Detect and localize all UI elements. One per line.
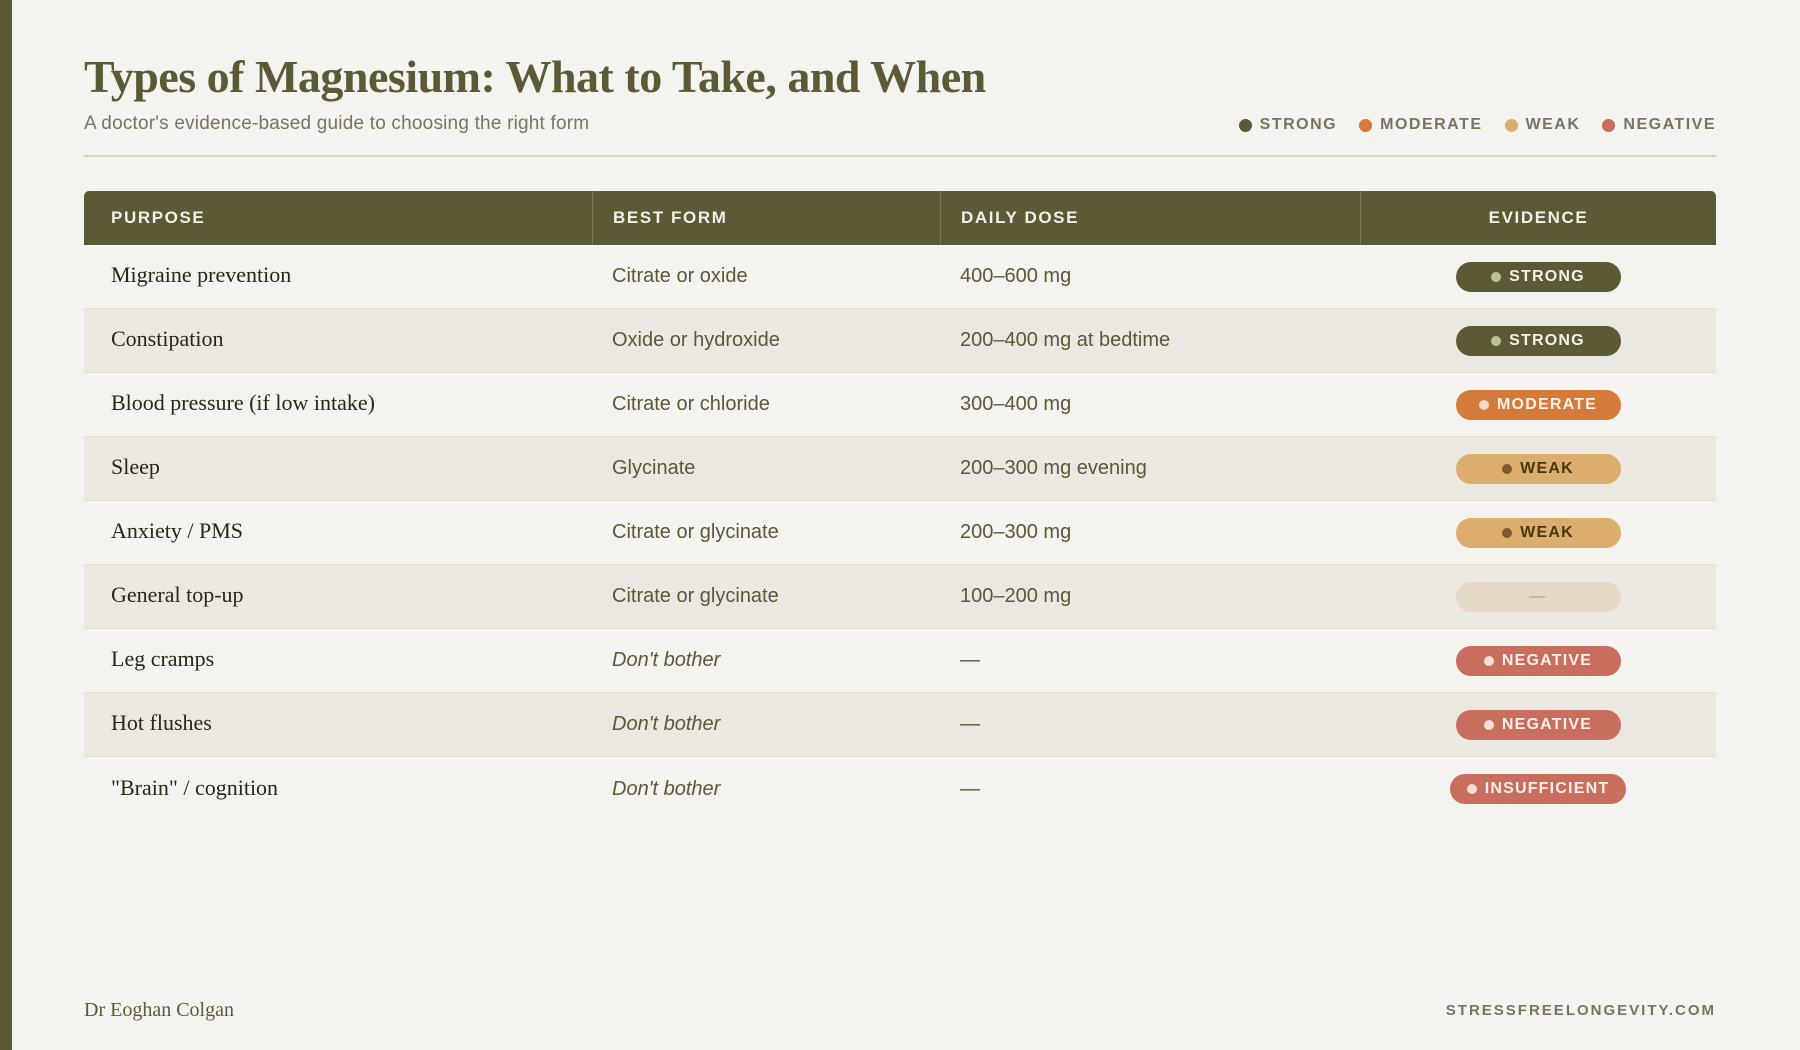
legend-dot-strong: [1238, 118, 1252, 132]
evidence-cell: STRONG: [1360, 245, 1716, 308]
evidence-cell: NEGATIVE: [1360, 629, 1716, 692]
legend-label-moderate: MODERATE: [1380, 116, 1483, 133]
evidence-badge-strong: STRONG: [1455, 261, 1621, 292]
evidence-badge-weak: WEAK: [1455, 453, 1621, 484]
table-row: "Brain" / cognition Don't bother — INSUF…: [84, 757, 1716, 821]
footer-author: Dr Eoghan Colgan: [84, 999, 234, 1021]
column-header-daily-dose: DAILY DOSE: [940, 191, 1360, 245]
legend-label-negative: NEGATIVE: [1623, 116, 1716, 133]
table-row: Hot flushes Don't bother — NEGATIVE: [84, 693, 1716, 757]
daily-dose-cell: 300–400 mg: [960, 393, 1072, 415]
badge-dot-icon: [1491, 335, 1502, 346]
column-header-best-form: BEST FORM: [592, 191, 940, 245]
evidence-badge-negative: NEGATIVE: [1455, 709, 1621, 740]
table-row: General top-up Citrate or glycinate 100–…: [84, 565, 1716, 629]
table-row: Constipation Oxide or hydroxide 200–400 …: [84, 309, 1716, 373]
evidence-badge-moderate: MODERATE: [1455, 389, 1621, 420]
best-form-cell: Citrate or glycinate: [612, 521, 779, 543]
badge-dot-icon: [1483, 719, 1494, 730]
legend-item-moderate: MODERATE: [1359, 116, 1482, 134]
best-form-cell: Don't bother: [612, 649, 721, 671]
daily-dose-cell: 200–400 mg at bedtime: [960, 329, 1171, 351]
badge-label: NEGATIVE: [1501, 715, 1593, 733]
table-row: Sleep Glycinate 200–300 mg evening WEAK: [84, 437, 1716, 501]
evidence-legend: STRONG MODERATE WEAK NEGATIVE: [1238, 116, 1716, 134]
legend-item-negative: NEGATIVE: [1602, 116, 1716, 134]
evidence-cell: WEAK: [1360, 437, 1716, 500]
best-form-cell: Glycinate: [612, 457, 696, 479]
best-form-cell: Don't bother: [612, 713, 721, 735]
table-row: Migraine prevention Citrate or oxide 400…: [84, 245, 1716, 309]
best-form-cell: Citrate or glycinate: [612, 585, 779, 607]
best-form-cell: Citrate or oxide: [612, 265, 748, 287]
table-row: Anxiety / PMS Citrate or glycinate 200–3…: [84, 501, 1716, 565]
page-subtitle: A doctor's evidence-based guide to choos…: [84, 113, 590, 134]
evidence-badge-strong: STRONG: [1455, 325, 1621, 356]
footer-website: STRESSFREELONGEVITY.COM: [1445, 1002, 1716, 1019]
legend-dot-negative: [1602, 118, 1616, 132]
badge-dot-icon: [1502, 527, 1513, 538]
purpose-cell: Sleep: [111, 454, 160, 479]
purpose-cell: Leg cramps: [111, 646, 215, 671]
purpose-cell: Anxiety / PMS: [111, 518, 244, 543]
legend-item-weak: WEAK: [1504, 116, 1581, 134]
badge-dot-icon: [1502, 463, 1513, 474]
evidence-cell: —: [1360, 565, 1716, 628]
badge-label: STRONG: [1509, 267, 1585, 285]
table-row: Leg cramps Don't bother — NEGATIVE: [84, 629, 1716, 693]
badge-dot-icon: [1491, 271, 1502, 282]
purpose-cell: Hot flushes: [111, 710, 212, 735]
evidence-badge-weak: WEAK: [1455, 517, 1621, 548]
badge-dot-icon: [1483, 655, 1494, 666]
page-title: Types of Magnesium: What to Take, and Wh…: [84, 51, 986, 102]
daily-dose-cell: 200–300 mg: [960, 521, 1072, 543]
best-form-cell: Oxide or hydroxide: [612, 329, 780, 351]
legend-label-weak: WEAK: [1525, 116, 1581, 133]
legend-dot-moderate: [1359, 118, 1373, 132]
evidence-badge-none: —: [1455, 581, 1621, 612]
best-form-cell: Don't bother: [612, 777, 721, 800]
legend-item-strong: STRONG: [1238, 116, 1338, 134]
column-header-evidence: EVIDENCE: [1360, 191, 1716, 245]
legend-dot-weak: [1504, 118, 1518, 132]
badge-dot-icon: [1466, 784, 1477, 794]
daily-dose-cell: 400–600 mg: [960, 265, 1072, 287]
evidence-cell: WEAK: [1360, 501, 1716, 564]
table-row: Blood pressure (if low intake) Citrate o…: [84, 373, 1716, 437]
badge-label: —: [1529, 587, 1547, 605]
accent-sidebar-bar: [0, 0, 12, 1050]
badge-label: STRONG: [1509, 331, 1585, 349]
evidence-cell: MODERATE: [1360, 373, 1716, 436]
column-header-purpose: PURPOSE: [111, 208, 206, 227]
purpose-cell: Migraine prevention: [111, 262, 292, 287]
badge-label: WEAK: [1520, 459, 1574, 477]
best-form-cell: Citrate or chloride: [612, 393, 770, 415]
daily-dose-cell: 100–200 mg: [960, 585, 1072, 607]
evidence-cell: NEGATIVE: [1360, 693, 1716, 756]
table-header: PURPOSE BEST FORM DAILY DOSE EVIDENCE: [84, 191, 1716, 245]
evidence-cell: STRONG: [1360, 309, 1716, 372]
evidence-badge-insufficient: INSUFFICIENT: [1450, 774, 1626, 804]
magnesium-table: PURPOSE BEST FORM DAILY DOSE EVIDENCE Mi…: [84, 191, 1716, 821]
daily-dose-cell: 200–300 mg evening: [960, 457, 1147, 479]
daily-dose-cell: —: [960, 777, 980, 800]
evidence-cell: INSUFFICIENT: [1360, 757, 1716, 821]
daily-dose-cell: —: [960, 713, 980, 735]
purpose-cell: General top-up: [111, 582, 244, 607]
badge-label: WEAK: [1520, 523, 1574, 541]
purpose-cell: "Brain" / cognition: [111, 774, 279, 800]
badge-label: MODERATE: [1497, 395, 1597, 413]
daily-dose-cell: —: [960, 649, 980, 671]
purpose-cell: Constipation: [111, 326, 224, 351]
badge-label: NEGATIVE: [1501, 651, 1593, 669]
badge-dot-icon: [1479, 399, 1490, 410]
badge-label: INSUFFICIENT: [1484, 780, 1610, 797]
header-divider: [84, 155, 1716, 157]
evidence-badge-negative: NEGATIVE: [1455, 645, 1621, 676]
purpose-cell: Blood pressure (if low intake): [111, 390, 375, 415]
legend-label-strong: STRONG: [1259, 116, 1338, 133]
